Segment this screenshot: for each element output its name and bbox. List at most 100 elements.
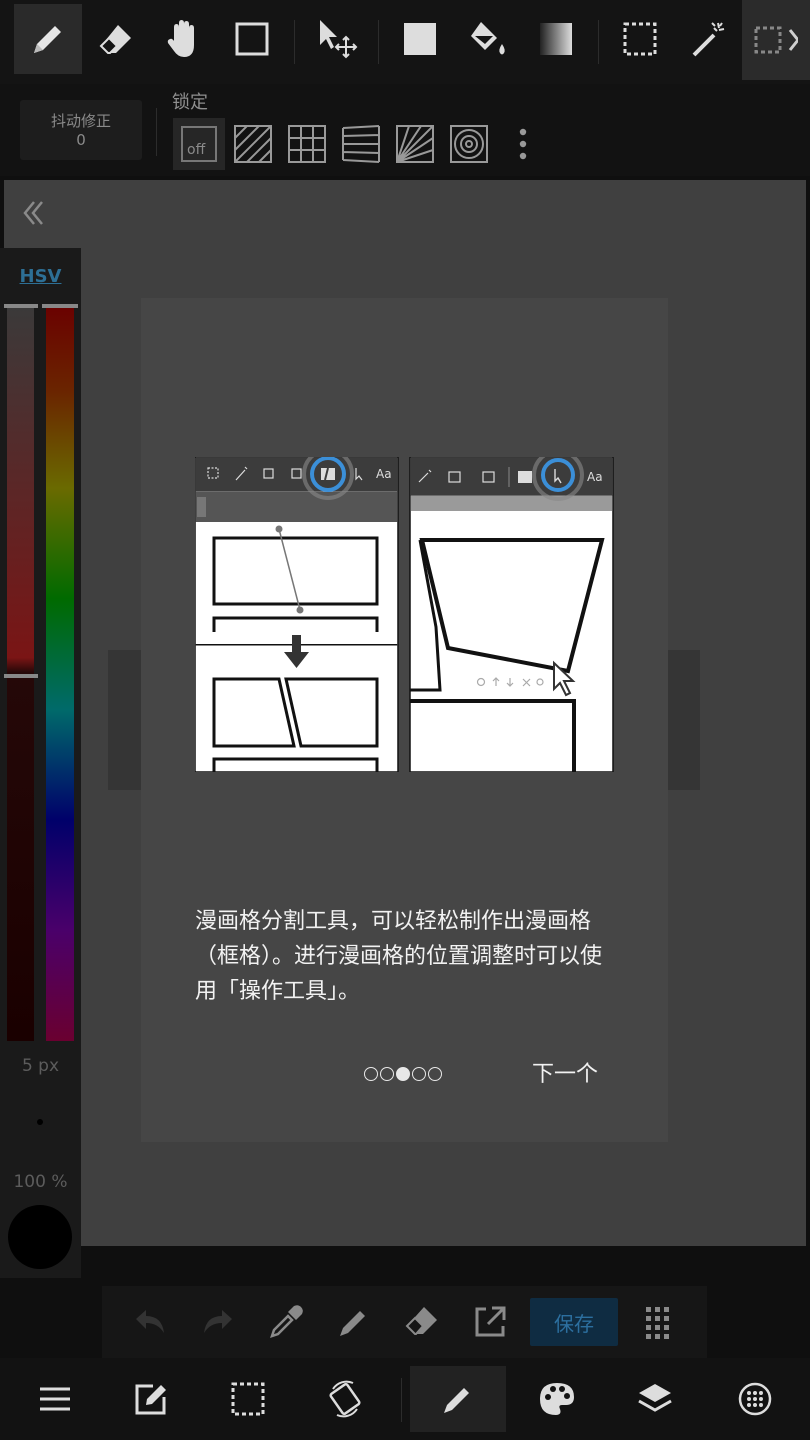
perspective-lines-icon	[342, 125, 380, 163]
paint-bucket-icon	[471, 22, 505, 55]
toolbar-divider	[156, 108, 157, 156]
magic-wand-tool-button[interactable]	[674, 4, 742, 74]
quick-menu-button[interactable]	[638, 1302, 678, 1342]
tutorial-illustration: Aa Aa	[195, 457, 615, 772]
tutorial-right-panel: Aa	[409, 457, 614, 772]
svg-text:Aa: Aa	[376, 467, 392, 481]
fill-rect-tool-button[interactable]	[386, 4, 454, 74]
rotate-canvas-button[interactable]	[297, 1366, 393, 1432]
brush-opacity-label[interactable]: 100 %	[0, 1172, 81, 1192]
selection-rect-tool-button[interactable]	[218, 4, 286, 74]
bucket-tool-button[interactable]	[454, 4, 522, 74]
snap-concentric-button[interactable]	[443, 118, 495, 170]
rotate-canvas-icon	[329, 1380, 361, 1418]
pen-icon	[34, 26, 61, 53]
transform-button[interactable]	[470, 1302, 510, 1342]
filled-square-icon	[404, 23, 436, 55]
edit-menu-button[interactable]	[103, 1366, 199, 1432]
color-menu-button[interactable]	[509, 1366, 605, 1432]
stabilizer-value: 0	[76, 131, 86, 149]
quick-eraser-button[interactable]	[402, 1302, 442, 1342]
select-pen-icon	[754, 26, 798, 54]
gradient-icon	[540, 23, 572, 55]
snap-more-button[interactable]	[498, 118, 548, 170]
top-toolbar	[0, 0, 810, 84]
eraser-tool-button[interactable]	[82, 4, 150, 74]
brush-size-label[interactable]: 5 px	[0, 1056, 81, 1076]
save-button[interactable]: 保存	[530, 1298, 618, 1346]
chevron-left-icon	[23, 201, 43, 225]
page-indicator	[364, 1060, 443, 1088]
hue-slider-handle[interactable]	[42, 304, 78, 308]
materials-menu-button[interactable]	[707, 1366, 803, 1432]
brush-menu-button[interactable]	[410, 1366, 506, 1432]
redo-button[interactable]	[198, 1302, 238, 1342]
hue-slider[interactable]	[46, 304, 74, 1041]
more-vertical-icon	[519, 128, 527, 160]
snap-off-button[interactable]: off	[173, 118, 225, 170]
stabilizer-button[interactable]: 抖动修正 0	[20, 100, 142, 160]
page-dot	[412, 1067, 426, 1081]
slider-handle[interactable]	[4, 304, 38, 308]
main-menu-button[interactable]	[7, 1366, 103, 1432]
hamburger-menu-icon	[40, 1387, 70, 1411]
snap-parallel-button[interactable]	[227, 118, 279, 170]
slider-handle[interactable]	[4, 674, 38, 678]
toolbar-divider	[598, 20, 599, 64]
snap-grid-button[interactable]	[281, 118, 333, 170]
pen-tool-button[interactable]	[14, 4, 82, 74]
gradient-tool-button[interactable]	[522, 4, 590, 74]
pen-icon	[444, 1388, 469, 1413]
eyedropper-button[interactable]	[266, 1302, 306, 1342]
rectangle-icon	[235, 22, 269, 56]
dashed-select-icon	[623, 22, 657, 56]
snap-perspective-button[interactable]	[335, 118, 387, 170]
select-pen-tool-button[interactable]	[742, 0, 810, 80]
quick-pen-button[interactable]	[334, 1302, 374, 1342]
redo-icon	[204, 1310, 232, 1333]
edit-icon	[135, 1384, 166, 1415]
stabilizer-label: 抖动修正	[50, 112, 111, 130]
toolbar-divider	[294, 20, 295, 64]
snap-radial-button[interactable]	[389, 118, 441, 170]
eraser-icon	[405, 1307, 437, 1335]
page-dot	[380, 1067, 394, 1081]
move-tool-button[interactable]	[302, 4, 370, 74]
eyedropper-icon	[270, 1305, 303, 1338]
open-external-icon	[475, 1306, 506, 1337]
selection-menu-button[interactable]	[200, 1366, 296, 1432]
lasso-select-tool-button[interactable]	[606, 4, 674, 74]
brush-size-preview	[37, 1119, 43, 1125]
dashed-select-icon	[231, 1382, 265, 1416]
toolbar-divider	[378, 20, 379, 64]
palette-icon	[540, 1383, 574, 1415]
parallel-lines-icon	[234, 125, 272, 163]
snap-off-icon: off	[181, 126, 217, 162]
page-dot	[364, 1067, 378, 1081]
undo-button[interactable]	[130, 1302, 170, 1342]
eraser-icon	[99, 25, 131, 54]
layers-icon	[638, 1384, 672, 1412]
tutorial-left-panel: Aa	[195, 457, 399, 772]
concentric-circles-icon	[450, 125, 488, 163]
pen-icon	[340, 1311, 365, 1336]
magic-wand-icon	[692, 22, 725, 57]
radial-lines-icon	[396, 125, 434, 163]
next-button[interactable]: 下一个	[520, 1058, 610, 1092]
panel-collapse-button[interactable]	[20, 196, 48, 230]
snap-lock-label: 锁定	[172, 92, 208, 113]
dotted-circle-icon	[738, 1382, 772, 1416]
grid-icon	[288, 125, 326, 163]
current-color-swatch[interactable]	[8, 1205, 72, 1269]
move-arrow-icon	[320, 20, 358, 59]
undo-icon	[136, 1310, 164, 1333]
page-dot	[428, 1067, 442, 1081]
hand-icon	[167, 20, 194, 57]
tutorial-description: 漫画格分割工具，可以轻松制作出漫画格（框格）。进行漫画格的位置调整时可以使用「操…	[195, 909, 603, 1004]
hand-tool-button[interactable]	[150, 4, 218, 74]
layers-menu-button[interactable]	[607, 1366, 703, 1432]
page-dot-active	[396, 1067, 410, 1081]
grid-dots-icon	[646, 1307, 669, 1339]
color-mode-toggle[interactable]: HSV	[0, 266, 81, 287]
saturation-value-slider[interactable]	[7, 304, 34, 1041]
